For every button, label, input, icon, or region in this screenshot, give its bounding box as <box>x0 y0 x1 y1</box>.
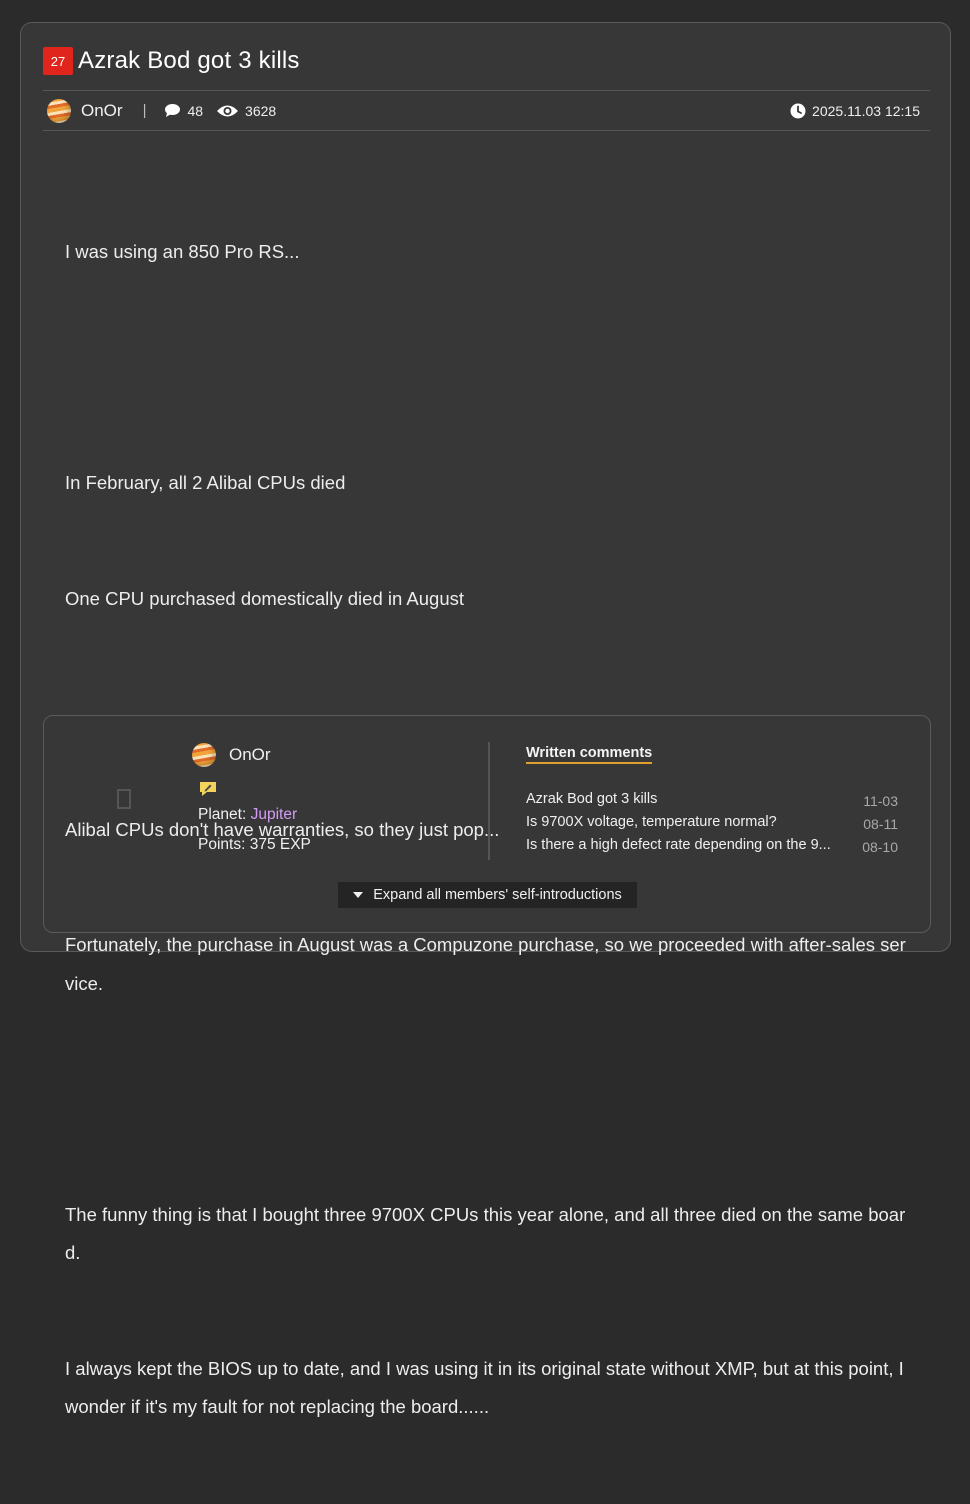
title-row: 27 Azrak Bod got 3 kills <box>43 47 300 75</box>
meta-separator: | <box>142 102 147 119</box>
body-paragraph: I always kept the BIOS up to date, and I… <box>65 1357 909 1418</box>
profile-points: Points: 375 EXP <box>198 836 311 854</box>
datetime-value: 2025.11.03 12:15 <box>812 102 920 119</box>
planet-label: Planet: <box>198 806 247 823</box>
clock-icon <box>790 103 806 118</box>
points-label: Points: <box>198 836 246 853</box>
profile-name[interactable]: OnOr <box>229 745 271 765</box>
body-paragraph: In February, all 2 Alibal CPUs died <box>65 472 346 493</box>
view-count: 3628 <box>216 103 276 119</box>
post-title: Azrak Bod got 3 kills <box>78 47 300 74</box>
body-paragraph: I was using an 850 Pro RS... <box>65 241 300 262</box>
level-badge: 27 <box>43 47 73 75</box>
speech-bubble-icon <box>165 104 181 117</box>
meta-left: OnOr | 48 3628 <box>47 91 276 130</box>
body-paragraph: ​ <box>65 349 915 388</box>
written-comments-panel: Written comments Azrak Bod got 3 kills 1… <box>526 744 898 860</box>
comment-item[interactable]: Azrak Bod got 3 kills 11-03 <box>526 791 898 814</box>
author-profile-box: OnOr Planet: Jupiter Points: 375 EXP Wri… <box>43 715 931 933</box>
comment-date: 08-10 <box>862 839 898 855</box>
eye-icon <box>217 105 239 116</box>
broken-image-icon <box>117 789 131 809</box>
profile-planet: Planet: Jupiter <box>198 806 311 824</box>
post-datetime: 2025.11.03 12:15 <box>790 91 920 130</box>
body-paragraph: One CPU purchased domestically died in A… <box>65 587 464 609</box>
written-comments-heading: Written comments <box>526 745 653 764</box>
profile-info: OnOr Planet: Jupiter Points: 375 EXP <box>192 743 311 854</box>
author-avatar[interactable] <box>47 98 71 123</box>
comment-list: Azrak Bod got 3 kills 11-03 Is 9700X vol… <box>526 791 898 860</box>
comment-date: 08-11 <box>863 816 898 832</box>
profile-divider <box>488 742 490 860</box>
caret-down-icon <box>353 892 364 898</box>
comment-count-value: 48 <box>187 102 204 119</box>
body-paragraph: Fortunately, the purchase in August was … <box>65 934 906 994</box>
author-name[interactable]: OnOr <box>81 101 123 121</box>
memo-icon[interactable] <box>198 780 218 798</box>
expand-self-introductions-button[interactable]: Expand all members' self-introductions <box>338 882 637 908</box>
profile-name-row: OnOr <box>192 743 311 767</box>
meta-bar: OnOr | 48 3628 2025.11.03 12:15 <box>43 90 930 131</box>
comment-item[interactable]: Is there a high defect rate depending on… <box>526 837 898 860</box>
planet-value: Jupiter <box>250 806 298 823</box>
body-paragraph: ​ <box>65 1080 915 1119</box>
comment-title[interactable]: Is 9700X voltage, temperature normal? <box>526 814 777 837</box>
expand-label: Expand all members' self-introductions <box>373 887 622 903</box>
comment-count: 48 <box>164 103 203 119</box>
view-count-value: 3628 <box>245 102 277 119</box>
comment-title[interactable]: Is there a high defect rate depending on… <box>526 837 831 860</box>
comment-date: 11-03 <box>863 793 898 809</box>
body-paragraph: The funny thing is that I bought three 9… <box>65 1203 906 1264</box>
post-card: 27 Azrak Bod got 3 kills OnOr | 48 3628 … <box>20 22 951 1417</box>
comment-title[interactable]: Azrak Bod got 3 kills <box>526 791 657 814</box>
points-value: 375 EXP <box>249 836 311 853</box>
profile-avatar[interactable] <box>192 743 216 767</box>
comment-item[interactable]: Is 9700X voltage, temperature normal? 08… <box>526 814 898 837</box>
